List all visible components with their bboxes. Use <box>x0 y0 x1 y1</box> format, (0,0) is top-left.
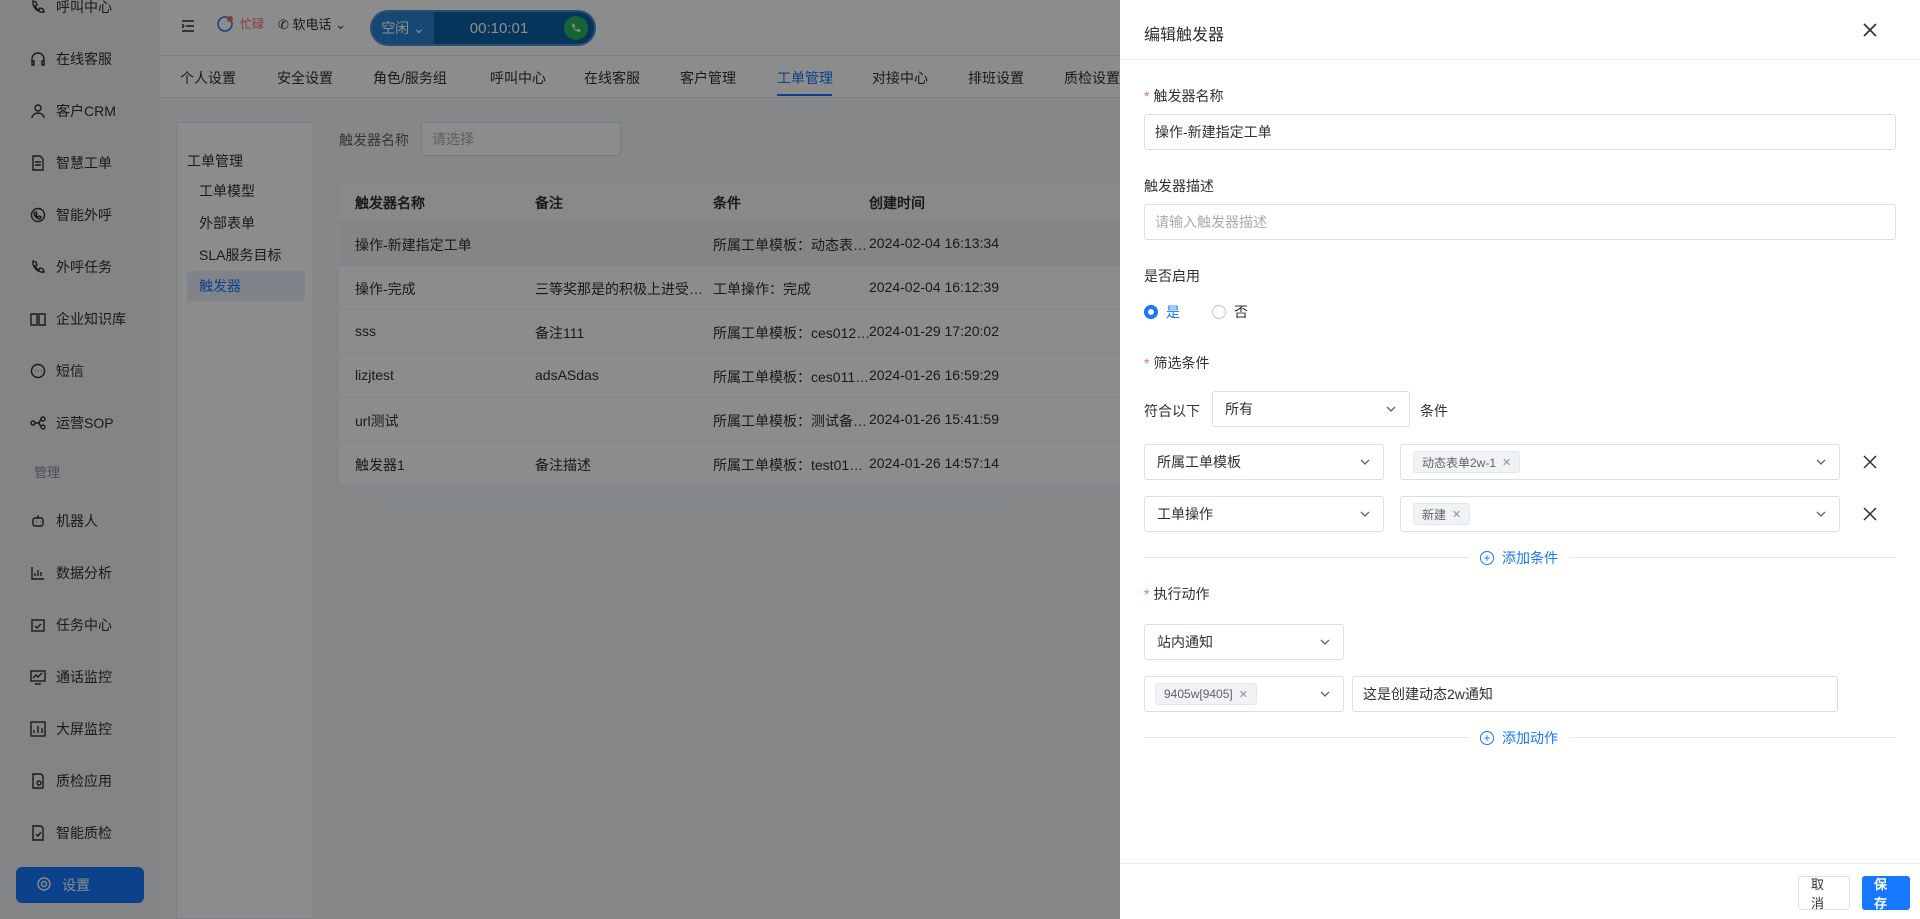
condition-field-value: 所属工单模板 <box>1157 454 1241 470</box>
chevron-down-icon <box>1320 639 1330 645</box>
chevron-down-icon <box>1816 459 1826 465</box>
drawer-header: 编辑触发器 <box>1120 0 1920 60</box>
enable-no-radio[interactable]: 否 <box>1212 302 1248 322</box>
condition-value-select[interactable]: 新建 ✕ <box>1400 496 1840 532</box>
action-recipient-select[interactable]: 9405w[9405] ✕ <box>1144 676 1344 712</box>
radio-dot <box>1144 305 1158 319</box>
add-action-button[interactable]: + 添加动作 <box>1468 728 1570 748</box>
filter-conditions-label: * 筛选条件 <box>1144 355 1210 371</box>
filter-conditions-label-text: 筛选条件 <box>1153 355 1210 371</box>
match-suffix: 条件 <box>1420 403 1448 419</box>
trigger-desc-input[interactable]: 请输入触发器描述 <box>1144 204 1896 240</box>
delete-condition-icon[interactable] <box>1863 507 1877 521</box>
chevron-down-icon <box>1360 511 1370 517</box>
trigger-name-label-text: 触发器名称 <box>1153 88 1224 104</box>
chevron-down-icon <box>1386 406 1396 412</box>
chevron-down-icon <box>1360 459 1370 465</box>
add-action-label: 添加动作 <box>1502 730 1558 746</box>
trigger-desc-label: 触发器描述 <box>1144 178 1214 194</box>
tag-remove-icon[interactable]: ✕ <box>1452 508 1461 521</box>
enable-no-label: 否 <box>1234 304 1248 320</box>
condition-field-select[interactable]: 所属工单模板 <box>1144 444 1384 480</box>
drawer-title: 编辑触发器 <box>1144 27 1225 44</box>
cancel-button[interactable]: 取 消 <box>1798 876 1850 911</box>
save-button[interactable]: 保存 <box>1862 876 1910 911</box>
modal-overlay[interactable] <box>0 0 1120 919</box>
condition-value-select[interactable]: 动态表单2w-1 ✕ <box>1400 444 1840 480</box>
condition-value-tag: 新建 ✕ <box>1413 503 1471 525</box>
condition-field-value: 工单操作 <box>1157 506 1213 522</box>
trigger-name-label: * 触发器名称 <box>1144 88 1224 104</box>
delete-condition-icon[interactable] <box>1863 455 1877 469</box>
match-mode-value: 所有 <box>1225 401 1253 417</box>
chevron-down-icon <box>1320 691 1330 697</box>
condition-field-select[interactable]: 工单操作 <box>1144 496 1384 532</box>
trigger-name-input[interactable]: 操作-新建指定工单 <box>1144 114 1896 150</box>
edit-trigger-drawer: 编辑触发器 * 触发器名称 操作-新建指定工单 触发器描述 请输入触发器描述 是否… <box>1120 0 1920 919</box>
plus-circle-icon: + <box>1480 731 1494 745</box>
recipient-tag: 9405w[9405] ✕ <box>1155 683 1257 705</box>
tag-remove-icon[interactable]: ✕ <box>1239 688 1248 701</box>
add-condition-button[interactable]: + 添加条件 <box>1468 548 1570 568</box>
match-mode-select[interactable]: 所有 <box>1212 391 1410 427</box>
action-type-select[interactable]: 站内通知 <box>1144 624 1344 660</box>
action-type-value: 站内通知 <box>1157 634 1213 650</box>
actions-label: * 执行动作 <box>1144 586 1210 602</box>
enable-label: 是否启用 <box>1144 268 1200 284</box>
enable-yes-radio[interactable]: 是 <box>1144 302 1180 322</box>
enable-yes-label: 是 <box>1166 304 1180 320</box>
action-message-input[interactable]: 这是创建动态2w通知 <box>1352 676 1838 712</box>
add-condition-label: 添加条件 <box>1502 550 1558 566</box>
condition-value-tag: 动态表单2w-1 ✕ <box>1413 451 1521 473</box>
chevron-down-icon <box>1816 511 1826 517</box>
drawer-footer: 取 消 保存 <box>1120 863 1920 919</box>
plus-circle-icon: + <box>1480 551 1494 565</box>
radio-dot <box>1212 305 1226 319</box>
tag-label: 9405w[9405] <box>1164 687 1233 701</box>
actions-label-text: 执行动作 <box>1153 586 1210 602</box>
match-prefix: 符合以下 <box>1144 403 1200 419</box>
tag-remove-icon[interactable]: ✕ <box>1502 456 1511 469</box>
tag-label: 动态表单2w-1 <box>1422 455 1497 470</box>
tag-label: 新建 <box>1422 507 1447 522</box>
close-icon[interactable] <box>1862 22 1878 38</box>
